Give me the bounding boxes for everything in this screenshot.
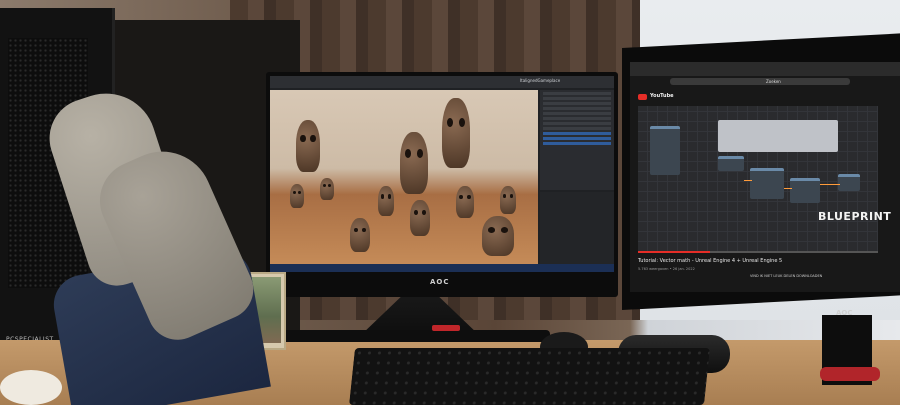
editor-tab-bar: ItalignedGameplace bbox=[270, 76, 614, 88]
clay-figure bbox=[482, 216, 514, 256]
outliner-row bbox=[543, 122, 611, 125]
clay-figure bbox=[290, 184, 304, 208]
video-title: Tutorial: Vector math - Unreal Engine 4 … bbox=[638, 258, 783, 264]
blueprint-node bbox=[790, 178, 820, 203]
outliner-row bbox=[543, 112, 611, 115]
video-progress-fill bbox=[638, 251, 710, 253]
outliner-row-selected bbox=[543, 142, 611, 145]
left-monitor-stand-accent bbox=[432, 325, 460, 331]
clay-figure bbox=[442, 98, 470, 168]
browser-search-bar bbox=[670, 78, 850, 85]
video-meta: 5.763 weergaven • 26 jan. 2022 bbox=[638, 267, 695, 271]
clay-figure bbox=[320, 178, 334, 200]
editor-window-title: ItalignedGameplace bbox=[520, 78, 561, 83]
blueprint-comment-box bbox=[718, 120, 838, 152]
browser-tab-bar bbox=[630, 62, 900, 76]
clay-figure bbox=[456, 186, 474, 218]
windows-taskbar bbox=[270, 264, 614, 272]
clay-figure bbox=[296, 120, 320, 172]
details-panel bbox=[540, 192, 614, 264]
right-monitor-screen: Zoeken YouTube BLUEPRINT Tutorial: Vecto… bbox=[630, 62, 900, 292]
video-progress-bar bbox=[638, 251, 878, 253]
video-overlay-text: BLUEPRINT bbox=[818, 210, 892, 223]
video-action-buttons: VIND IK NIET LEUK DELEN DOWNLOADEN bbox=[750, 274, 823, 278]
clay-figure bbox=[500, 186, 516, 214]
outliner-row bbox=[543, 107, 611, 110]
outliner-row bbox=[543, 127, 611, 130]
blueprint-wire bbox=[820, 184, 840, 185]
clay-figure bbox=[410, 200, 430, 236]
clay-figure bbox=[350, 218, 370, 252]
photo-scene: PCSPECIALIST ItalignedGameplace bbox=[0, 0, 900, 405]
browser-search-label: Zoeken bbox=[766, 79, 781, 84]
cup bbox=[0, 370, 62, 405]
editor-viewport bbox=[270, 90, 538, 264]
clay-figure bbox=[400, 132, 428, 194]
left-monitor-screen: ItalignedGameplace bbox=[270, 76, 614, 272]
youtube-logo-icon bbox=[638, 94, 647, 100]
right-monitor-logo: AOC bbox=[836, 309, 853, 317]
outliner-row bbox=[543, 92, 611, 95]
outliner-row bbox=[543, 117, 611, 120]
blueprint-wire bbox=[784, 188, 792, 189]
left-monitor-logo: AOC bbox=[430, 278, 450, 286]
blueprint-wire bbox=[744, 180, 752, 181]
outliner-row bbox=[543, 97, 611, 100]
blueprint-node bbox=[838, 174, 860, 191]
left-monitor-base bbox=[280, 330, 550, 342]
blueprint-node bbox=[650, 126, 680, 175]
site-name: YouTube bbox=[650, 93, 674, 99]
blueprint-node bbox=[750, 168, 784, 199]
keyboard bbox=[349, 348, 710, 405]
outliner-panel bbox=[540, 90, 614, 190]
right-monitor-stand-accent bbox=[820, 367, 880, 381]
outliner-row-selected bbox=[543, 137, 611, 140]
clay-figure bbox=[378, 186, 394, 216]
blueprint-node bbox=[718, 156, 744, 171]
video-player: BLUEPRINT bbox=[638, 106, 891, 251]
outliner-row-selected bbox=[543, 132, 611, 135]
outliner-row bbox=[543, 102, 611, 105]
